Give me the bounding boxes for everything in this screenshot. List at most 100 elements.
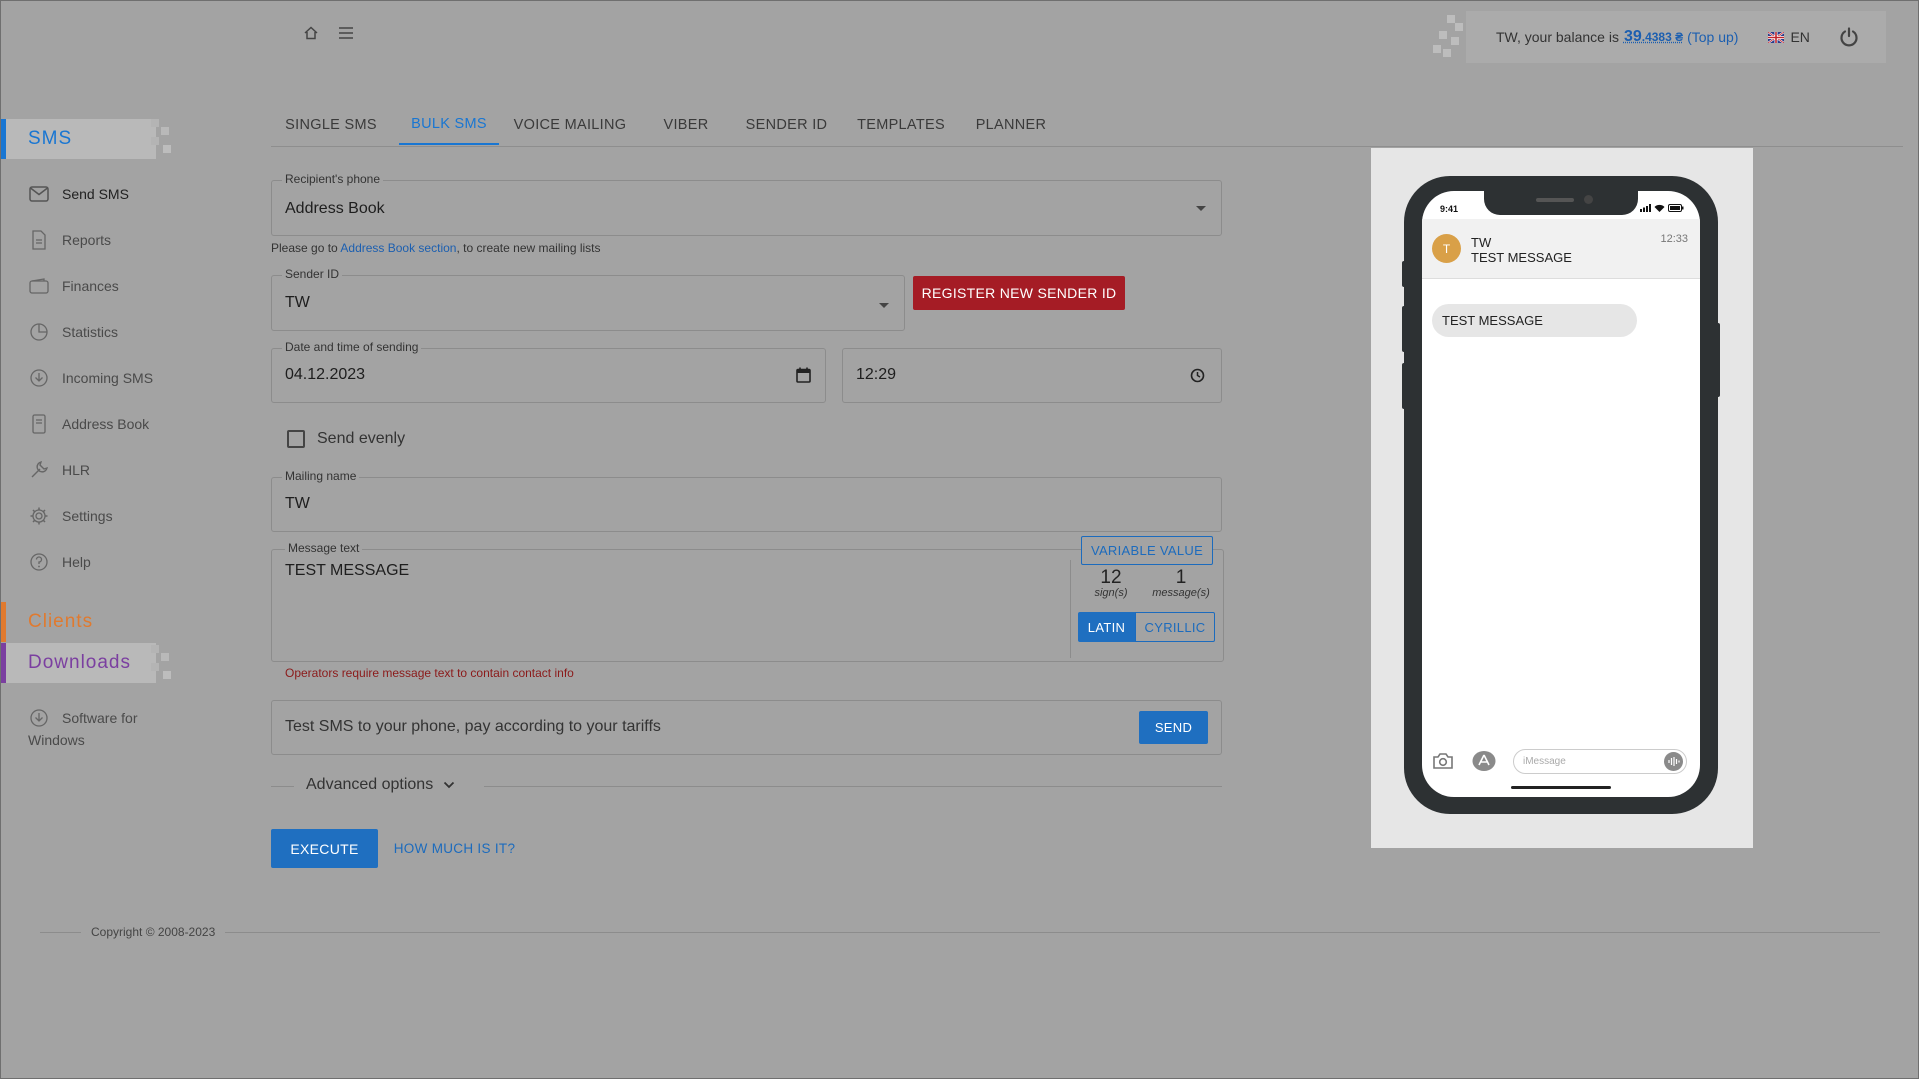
app-store-icon bbox=[1472, 750, 1496, 772]
chevron-down-icon bbox=[443, 781, 455, 789]
how-much-button[interactable]: HOW MUCH IS IT? bbox=[387, 829, 522, 868]
sidebar-item-hlr[interactable]: HLR bbox=[28, 459, 90, 481]
address-book-hint: Please go to Address Book section, to cr… bbox=[271, 241, 601, 255]
uk-flag-icon bbox=[1768, 31, 1785, 43]
datetime-label: Date and time of sending bbox=[282, 340, 422, 354]
sidebar-item-statistics[interactable]: Statistics bbox=[28, 321, 118, 343]
clock-icon[interactable] bbox=[1190, 368, 1205, 383]
date-field[interactable]: Date and time of sending 04.12.2023 bbox=[271, 340, 826, 403]
phone-home-indicator bbox=[1511, 786, 1611, 789]
sender-id-value: TW bbox=[285, 294, 310, 311]
language-label: EN bbox=[1790, 29, 1810, 45]
test-sms-input[interactable]: Test SMS to your phone, pay according to… bbox=[271, 700, 1222, 755]
tab-viber[interactable]: VIBER bbox=[651, 105, 721, 145]
power-icon[interactable] bbox=[1838, 26, 1860, 48]
language-selector[interactable]: EN bbox=[1768, 29, 1810, 45]
tab-templates[interactable]: TEMPLATES bbox=[851, 105, 951, 145]
sidebar-item-settings[interactable]: Settings bbox=[28, 505, 113, 527]
download-circle-icon bbox=[28, 707, 50, 729]
tab-sender-id[interactable]: SENDER ID bbox=[739, 105, 834, 145]
sidebar-item-address-book[interactable]: Address Book bbox=[28, 413, 149, 435]
sidebar-item-help[interactable]: Help bbox=[28, 551, 91, 573]
message-warning: Operators require message text to contai… bbox=[285, 666, 574, 680]
recipient-select[interactable]: Recipient's phone Address Book bbox=[271, 172, 1222, 236]
sidebar-item-software-windows[interactable]: Software for bbox=[28, 707, 137, 731]
footer-line-right bbox=[225, 932, 1880, 933]
balance-value[interactable]: 39.4383 ₴ bbox=[1624, 28, 1683, 46]
download-circle-icon bbox=[28, 367, 50, 389]
tab-voice-mailing[interactable]: VOICE MAILING bbox=[511, 105, 629, 145]
wallet-icon bbox=[28, 275, 50, 297]
message-text-label: Message text bbox=[285, 541, 363, 555]
variable-value-button[interactable]: VARIABLE VALUE bbox=[1081, 536, 1213, 565]
sidebar-section-sms[interactable]: SMS bbox=[1, 119, 156, 159]
send-evenly-checkbox[interactable]: Send evenly bbox=[287, 430, 405, 448]
message-counter-divider bbox=[1070, 560, 1071, 658]
chevron-down-icon bbox=[1196, 206, 1206, 211]
sidebar-item-incoming-sms[interactable]: Incoming SMS bbox=[28, 367, 153, 389]
cyrillic-toggle[interactable]: CYRILLIC bbox=[1135, 612, 1215, 642]
phone-avatar: T bbox=[1432, 234, 1461, 263]
chevron-down-icon bbox=[879, 303, 889, 308]
wrench-icon bbox=[28, 459, 50, 481]
signs-counter: 12 sign(s) bbox=[1094, 567, 1128, 599]
pie-chart-icon bbox=[28, 321, 50, 343]
sidebar-item-reports[interactable]: Reports bbox=[28, 229, 111, 251]
send-test-button[interactable]: SEND bbox=[1139, 711, 1208, 744]
calendar-icon[interactable] bbox=[796, 367, 811, 383]
messages-counter: 1 message(s) bbox=[1152, 567, 1210, 599]
mailing-name-value: TW bbox=[285, 495, 310, 512]
sidebar-item-finances[interactable]: Finances bbox=[28, 275, 119, 297]
mailing-name-label: Mailing name bbox=[282, 469, 360, 483]
tab-bulk-sms[interactable]: BULK SMS bbox=[399, 105, 499, 145]
date-value: 04.12.2023 bbox=[285, 366, 366, 383]
sidebar-section-clients[interactable]: Clients bbox=[1, 602, 156, 642]
time-field[interactable]: 12:29 bbox=[842, 348, 1222, 403]
message-text-value: TEST MESSAGE bbox=[285, 562, 410, 579]
recipient-label: Recipient's phone bbox=[282, 172, 384, 186]
phone-preview-text: TEST MESSAGE bbox=[1471, 250, 1572, 265]
signal-icon bbox=[1640, 204, 1651, 212]
audio-waveform-icon bbox=[1664, 752, 1683, 771]
envelope-icon bbox=[28, 183, 50, 205]
balance-bar: TW, your balance is 39.4383 ₴ (Top up) E… bbox=[1466, 11, 1886, 63]
advanced-line-left bbox=[271, 786, 294, 787]
mailing-name-input[interactable]: Mailing name TW bbox=[271, 469, 1222, 532]
gear-icon bbox=[28, 505, 50, 527]
document-icon bbox=[28, 229, 50, 251]
tabs-divider bbox=[271, 146, 1903, 147]
home-icon[interactable] bbox=[300, 22, 322, 44]
help-circle-icon bbox=[28, 551, 50, 573]
phone-conversation-header: T TW TEST MESSAGE 12:33 bbox=[1422, 219, 1700, 279]
latin-toggle[interactable]: LATIN bbox=[1078, 612, 1135, 642]
menu-icon[interactable] bbox=[335, 22, 357, 44]
recipient-value: Address Book bbox=[285, 200, 385, 217]
wifi-icon bbox=[1654, 204, 1665, 212]
sidebar-item-send-sms[interactable]: Send SMS bbox=[28, 183, 129, 205]
tab-single-sms[interactable]: SINGLE SMS bbox=[280, 105, 382, 145]
send-evenly-label: Send evenly bbox=[317, 430, 406, 447]
topup-link[interactable]: (Top up) bbox=[1687, 29, 1738, 45]
phone-screen: 9:41 T TW TEST MESSAGE 12:33 TEST MESSAG… bbox=[1422, 191, 1700, 797]
tab-planner[interactable]: PLANNER bbox=[966, 105, 1056, 145]
checkbox-box[interactable] bbox=[287, 430, 305, 448]
battery-icon bbox=[1668, 204, 1684, 212]
execute-button[interactable]: EXECUTE bbox=[271, 829, 378, 868]
phone-imessage-input: iMessage bbox=[1513, 749, 1687, 774]
message-text-area[interactable]: Message text TEST MESSAGE bbox=[271, 541, 1224, 662]
time-value: 12:29 bbox=[856, 366, 897, 383]
address-book-link[interactable]: Address Book section bbox=[340, 241, 456, 255]
phone-message-bubble: TEST MESSAGE bbox=[1432, 304, 1637, 337]
sender-id-label: Sender ID bbox=[282, 267, 343, 281]
advanced-options-toggle[interactable]: Advanced options bbox=[306, 776, 455, 794]
phone-message-time: 12:33 bbox=[1660, 233, 1688, 245]
advanced-line-right bbox=[484, 786, 1222, 787]
phone-sender: TW bbox=[1471, 235, 1492, 250]
balance-prefix: TW, your balance is bbox=[1496, 29, 1619, 45]
phone-status-icons bbox=[1640, 204, 1684, 212]
copyright: Copyright © 2008-2023 bbox=[91, 925, 216, 939]
register-sender-id-button[interactable]: REGISTER NEW SENDER ID bbox=[913, 276, 1125, 310]
sidebar-section-downloads[interactable]: Downloads bbox=[1, 643, 156, 683]
sidebar-item-software-windows-line2[interactable]: Windows bbox=[28, 732, 85, 748]
sender-id-select[interactable]: Sender ID TW bbox=[271, 267, 905, 331]
